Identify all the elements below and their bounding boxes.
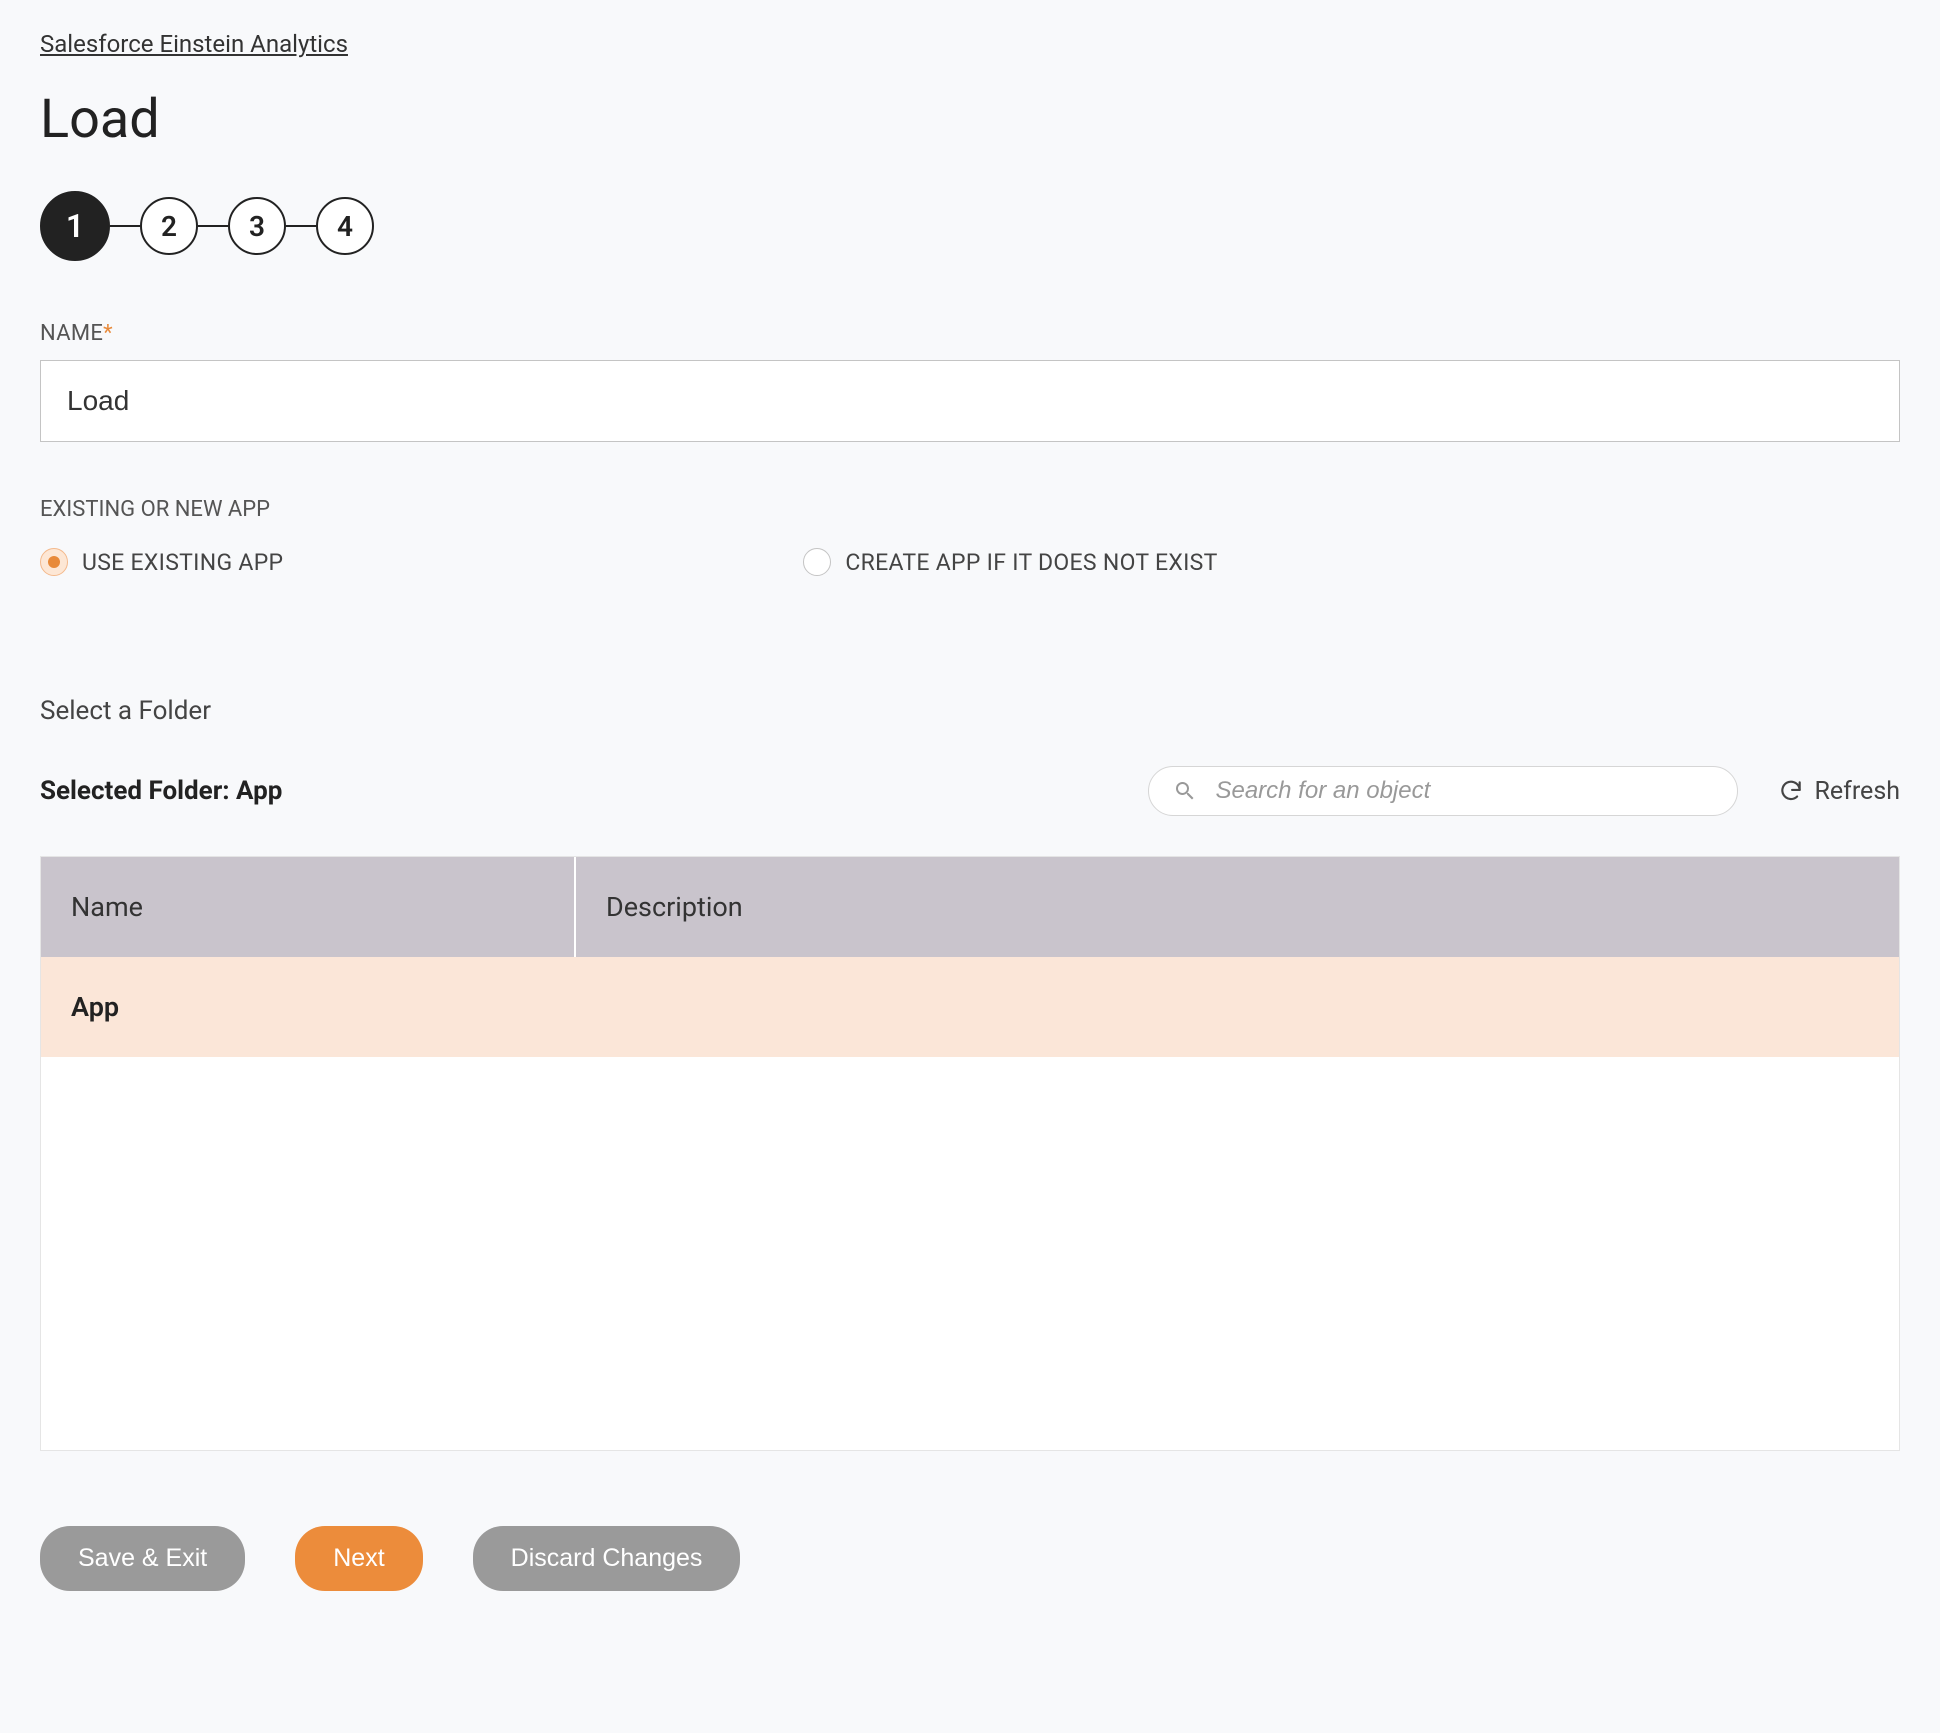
name-label: NAME* bbox=[40, 321, 1900, 346]
radio-label: CREATE APP IF IT DOES NOT EXIST bbox=[845, 549, 1217, 576]
step-2[interactable]: 2 bbox=[140, 197, 198, 255]
cell-name: App bbox=[41, 991, 576, 1023]
refresh-button[interactable]: Refresh bbox=[1778, 777, 1900, 806]
refresh-label: Refresh bbox=[1814, 777, 1900, 806]
folder-controls-row: Selected Folder: App Refresh bbox=[40, 766, 1900, 816]
radio-indicator bbox=[40, 548, 68, 576]
search-field[interactable] bbox=[1148, 766, 1738, 816]
selected-folder-value: App bbox=[236, 776, 282, 806]
selected-folder-prefix: Selected Folder: bbox=[40, 776, 236, 806]
breadcrumb-link[interactable]: Salesforce Einstein Analytics bbox=[40, 30, 348, 58]
required-asterisk: * bbox=[103, 321, 113, 346]
folder-table: Name Description App bbox=[40, 856, 1900, 1451]
app-mode-label: EXISTING OR NEW APP bbox=[40, 497, 1900, 522]
table-header: Name Description bbox=[41, 857, 1899, 957]
radio-label: USE EXISTING APP bbox=[82, 549, 283, 576]
select-folder-title: Select a Folder bbox=[40, 696, 1900, 726]
radio-indicator bbox=[803, 548, 831, 576]
name-label-text: NAME bbox=[40, 321, 103, 346]
next-button[interactable]: Next bbox=[295, 1526, 422, 1591]
app-mode-radio-group: USE EXISTING APP CREATE APP IF IT DOES N… bbox=[40, 548, 1900, 576]
stepper: 1 2 3 4 bbox=[40, 191, 1900, 261]
selected-folder-label: Selected Folder: App bbox=[40, 776, 282, 806]
name-input[interactable] bbox=[40, 360, 1900, 442]
step-3[interactable]: 3 bbox=[228, 197, 286, 255]
save-exit-button[interactable]: Save & Exit bbox=[40, 1526, 245, 1591]
step-1[interactable]: 1 bbox=[40, 191, 110, 261]
discard-button[interactable]: Discard Changes bbox=[473, 1526, 741, 1591]
search-input[interactable] bbox=[1215, 777, 1713, 805]
step-4[interactable]: 4 bbox=[316, 197, 374, 255]
radio-create-if-not-exist[interactable]: CREATE APP IF IT DOES NOT EXIST bbox=[803, 548, 1217, 576]
refresh-icon bbox=[1778, 778, 1804, 804]
step-connector bbox=[198, 225, 228, 227]
step-connector bbox=[286, 225, 316, 227]
search-icon bbox=[1173, 779, 1197, 803]
column-header-description[interactable]: Description bbox=[576, 857, 1899, 957]
radio-use-existing[interactable]: USE EXISTING APP bbox=[40, 548, 283, 576]
table-row[interactable]: App bbox=[41, 957, 1899, 1057]
page-title: Load bbox=[40, 88, 1900, 151]
column-header-name[interactable]: Name bbox=[41, 857, 576, 957]
step-connector bbox=[110, 225, 140, 227]
button-row: Save & Exit Next Discard Changes bbox=[40, 1526, 1900, 1591]
